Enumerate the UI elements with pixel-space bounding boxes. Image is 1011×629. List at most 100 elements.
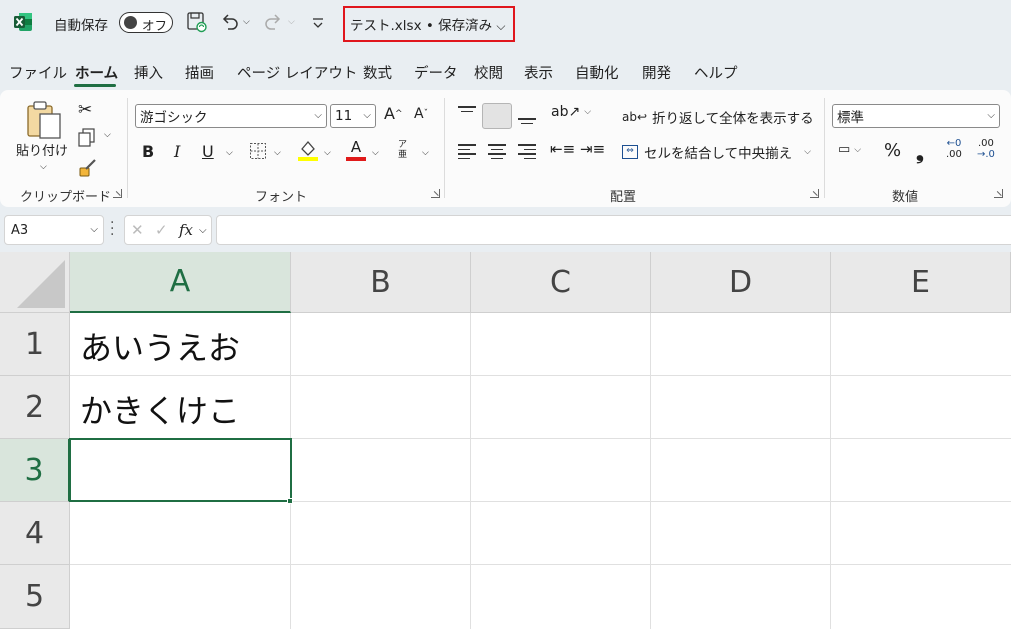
italic-button[interactable]: I	[174, 142, 180, 161]
formula-input[interactable]	[216, 215, 1011, 245]
column-header-e[interactable]: E	[831, 252, 1011, 313]
active-cell-a3[interactable]	[69, 438, 292, 502]
tab-home[interactable]: ホーム	[75, 62, 118, 83]
filename-button[interactable]: テスト.xlsx • 保存済み ⌵	[350, 14, 506, 34]
font-size-combo[interactable]: 11 ⌵	[330, 104, 376, 128]
number-format-combo[interactable]: 標準 ⌵	[832, 104, 1000, 128]
column-header-a[interactable]: A	[70, 252, 291, 313]
tab-help[interactable]: ヘルプ	[694, 62, 738, 83]
font-color-dropdown-icon[interactable]: ⌵	[372, 148, 379, 158]
autosave-state: オフ	[142, 18, 168, 33]
redo-dropdown-icon[interactable]: ⌵	[288, 11, 295, 33]
increase-decimal-button[interactable]: ←0 .00	[946, 138, 962, 160]
tab-automate[interactable]: 自動化	[575, 62, 619, 83]
name-box[interactable]: A3 ⌵	[4, 215, 104, 245]
ribbon-tabs: ファイル ホーム 挿入 描画 ページ レイアウト 数式 データ 校閲 表示 自動…	[0, 58, 1011, 88]
paste-dropdown-icon[interactable]: ⌵	[40, 162, 47, 172]
row-header-2[interactable]: 2	[0, 376, 70, 439]
phonetic-guide-button[interactable]: ア 亜	[398, 140, 407, 160]
fill-handle[interactable]	[287, 498, 293, 504]
font-name-value: 游ゴシック	[140, 110, 208, 126]
underline-button[interactable]: U	[202, 142, 214, 161]
alignment-launcher-icon[interactable]	[810, 189, 819, 198]
cell-a2[interactable]: かきくけこ	[80, 386, 240, 432]
row-header-4[interactable]: 4	[0, 502, 70, 565]
excel-logo-icon	[14, 13, 32, 31]
tab-formulas[interactable]: 数式	[363, 62, 392, 83]
name-box-value: A3	[11, 223, 29, 238]
fill-color-dropdown-icon[interactable]: ⌵	[324, 148, 331, 158]
enter-icon[interactable]: ✓	[155, 221, 168, 239]
merge-center-icon: ⇔	[622, 145, 638, 159]
cancel-icon[interactable]: ✕	[131, 221, 144, 239]
tab-review[interactable]: 校閲	[474, 62, 503, 83]
paste-button[interactable]: 貼り付け	[16, 140, 68, 159]
copy-dropdown-icon[interactable]: ⌵	[104, 130, 111, 140]
paste-icon[interactable]	[24, 100, 66, 142]
comma-style-button[interactable]: ❟	[916, 140, 924, 164]
align-bottom-icon[interactable]	[518, 118, 536, 127]
copy-icon[interactable]	[78, 128, 96, 148]
number-launcher-icon[interactable]	[994, 189, 1003, 198]
tab-view[interactable]: 表示	[524, 62, 553, 83]
insert-function-button[interactable]: fx	[179, 221, 193, 239]
redo-icon[interactable]	[262, 11, 284, 33]
chevron-down-icon: ⌵	[314, 110, 322, 121]
wrap-text-icon: ab↩	[622, 110, 648, 124]
chevron-down-icon: ⌵	[90, 224, 98, 235]
percent-button[interactable]: %	[884, 140, 901, 161]
chevron-down-icon[interactable]: ⌵	[199, 225, 207, 236]
decrease-indent-icon[interactable]: ⇤≡	[550, 140, 575, 158]
fill-color-icon[interactable]	[297, 138, 319, 162]
format-painter-icon[interactable]	[78, 158, 98, 178]
select-all-button[interactable]	[0, 252, 70, 313]
tab-draw[interactable]: 描画	[185, 62, 214, 83]
row-header-3[interactable]: 3	[0, 439, 70, 502]
bold-button[interactable]: B	[142, 142, 154, 161]
tab-file[interactable]: ファイル	[9, 62, 67, 83]
font-name-combo[interactable]: 游ゴシック ⌵	[135, 104, 327, 128]
tab-developer[interactable]: 開発	[642, 62, 671, 83]
currency-format-icon[interactable]: ▭ ⌵	[838, 142, 861, 157]
column-header-c[interactable]: C	[471, 252, 651, 313]
save-icon[interactable]	[186, 11, 208, 33]
column-header-d[interactable]: D	[651, 252, 831, 313]
borders-icon[interactable]	[249, 142, 267, 160]
more-options-icon[interactable]: · · ·	[110, 216, 114, 242]
formula-bar: A3 ⌵ · · · ✕ ✓ fx ⌵	[0, 214, 1011, 248]
decrease-decimal-button[interactable]: .00 →.0	[977, 138, 995, 160]
clipboard-launcher-icon[interactable]	[113, 189, 122, 198]
cut-icon[interactable]: ✂	[78, 100, 92, 120]
font-color-button[interactable]: A	[345, 138, 367, 162]
undo-icon[interactable]	[219, 11, 241, 33]
align-top-icon[interactable]	[458, 106, 476, 115]
tab-data[interactable]: データ	[414, 62, 458, 83]
wrap-text-button[interactable]: ab↩ 折り返して全体を表示する	[622, 107, 814, 127]
column-header-b[interactable]: B	[291, 252, 471, 313]
grid-line	[70, 564, 1011, 565]
phonetic-dropdown-icon[interactable]: ⌵	[422, 148, 429, 158]
undo-dropdown-icon[interactable]: ⌵	[243, 11, 250, 33]
underline-dropdown-icon[interactable]: ⌵	[226, 148, 233, 158]
grid-line	[70, 375, 1011, 376]
row-header-5[interactable]: 5	[0, 565, 70, 629]
customize-qat-icon[interactable]	[310, 11, 326, 33]
autosave-toggle[interactable]: オフ	[119, 12, 173, 33]
align-left-icon[interactable]	[458, 144, 476, 162]
increase-indent-icon[interactable]: ⇥≡	[580, 140, 605, 158]
align-center-icon[interactable]	[488, 144, 506, 162]
increase-decimal-bottom: .00	[946, 149, 962, 160]
row-header-1[interactable]: 1	[0, 313, 70, 376]
orientation-icon[interactable]: ab↗ ⌵	[551, 104, 591, 120]
align-right-icon[interactable]	[518, 144, 536, 162]
font-launcher-icon[interactable]	[431, 189, 440, 198]
cell-a1[interactable]: あいうえお	[80, 323, 240, 369]
grow-font-button[interactable]: A ^	[384, 104, 403, 123]
tab-insert[interactable]: 挿入	[134, 62, 163, 83]
merge-center-button[interactable]: ⇔ セルを結合して中央揃え ⌵	[622, 142, 811, 162]
title-bar: 自動保存 オフ ⌵ ⌵ テスト.xlsx • 保存済み ⌵	[0, 0, 1011, 46]
borders-dropdown-icon[interactable]: ⌵	[274, 148, 281, 158]
tab-page-layout[interactable]: ページ レイアウト	[237, 62, 357, 83]
shrink-font-button[interactable]: Aˇ	[414, 106, 428, 122]
filename-text: テスト.xlsx • 保存済み	[350, 18, 493, 34]
